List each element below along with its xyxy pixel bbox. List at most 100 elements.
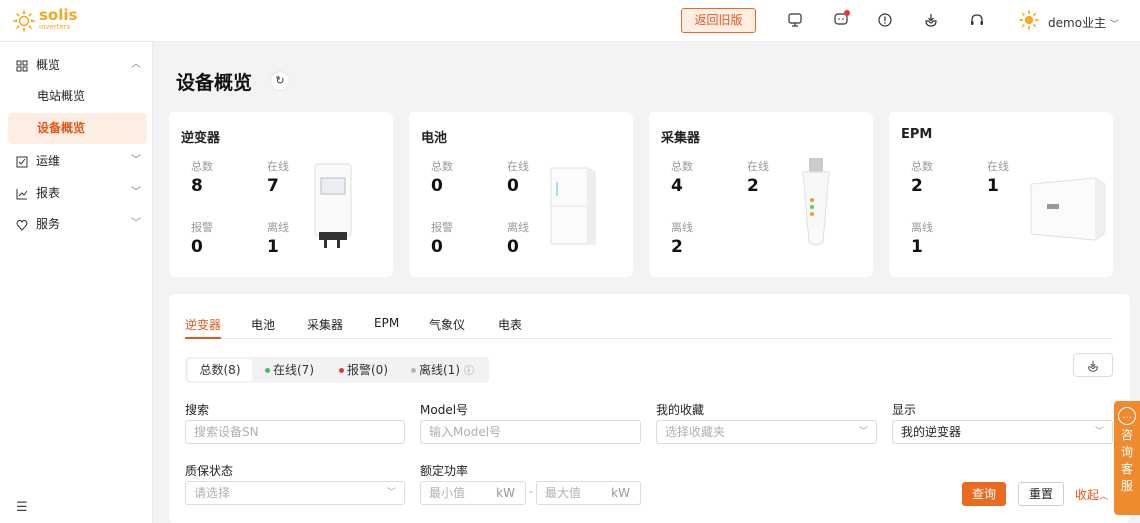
- chevron-down-icon: ﹀: [1109, 20, 1119, 30]
- query-button[interactable]: 查询: [962, 482, 1006, 506]
- warranty-select[interactable]: 请选择 ﹀: [185, 481, 405, 505]
- status-filter-offline[interactable]: 离线(1) ⓘ: [407, 359, 478, 381]
- sidebar-item-overview[interactable]: 概览 ︿: [0, 50, 153, 80]
- stat-offline: 离线 2: [671, 221, 693, 257]
- download-icon[interactable]: [922, 12, 940, 30]
- display-label: 显示: [892, 403, 917, 417]
- report-icon: [16, 178, 28, 208]
- service-icon: [16, 209, 28, 239]
- chevron-up-icon: ︿: [1099, 492, 1109, 502]
- chevron-down-icon: ﹀: [1094, 427, 1104, 437]
- tab-meter[interactable]: 电表: [498, 316, 522, 339]
- refresh-icon[interactable]: ↻: [270, 71, 290, 91]
- chevron-down-icon: ﹀: [858, 427, 868, 437]
- status-filter: 总数(8) 在线(7) 报警(0) 离线(1) ⓘ: [185, 357, 489, 383]
- search-label: 搜索: [185, 403, 210, 417]
- chevron-down-icon: ﹀: [386, 488, 396, 498]
- sidebar: 概览 ︿ 电站概览 设备概览 运维 ﹀ 报表 ﹀ 服务 ﹀ ☰: [0, 42, 153, 523]
- solis-logo[interactable]: solis inverters: [12, 6, 112, 36]
- stat-alarm: 报警 0: [191, 221, 213, 257]
- sidebar-item-label: 报表: [36, 186, 61, 200]
- online-dot: [265, 368, 270, 373]
- logo-text: solis: [39, 6, 78, 24]
- device-type-tabs: 逆变器 电池 采集器 EPM 气象仪 电表: [185, 316, 1113, 339]
- headset-icon[interactable]: [968, 12, 986, 30]
- top-header: solis inverters 返回旧版 demo业主 ﹀: [0, 0, 1140, 42]
- alert-icon[interactable]: [876, 12, 894, 30]
- customer-service-button[interactable]: … 咨 询 客 服: [1114, 401, 1140, 515]
- sidebar-subitem-station-overview[interactable]: 电站概览: [8, 81, 147, 112]
- epm-image: [1030, 177, 1106, 241]
- card-title: EPM: [901, 127, 933, 142]
- sidebar-item-services[interactable]: 服务 ﹀: [0, 209, 153, 239]
- collector-image: [802, 158, 830, 246]
- status-filter-total[interactable]: 总数(8): [188, 359, 252, 381]
- reset-button[interactable]: 重置: [1018, 482, 1064, 506]
- collector-card[interactable]: 采集器 总数 4 在线 2 离线 2: [649, 112, 873, 277]
- export-button[interactable]: [1073, 353, 1113, 377]
- device-list-panel: 逆变器 电池 采集器 EPM 气象仪 电表 总数(8) 在线(7) 报警(0) …: [169, 294, 1130, 523]
- model-label: Model号: [420, 403, 469, 417]
- power-max-input[interactable]: 最大值 kW: [536, 481, 641, 505]
- stat-alarm: 报警 0: [431, 221, 453, 257]
- card-title: 采集器: [661, 131, 701, 146]
- collapse-sidebar-icon[interactable]: ☰: [16, 500, 28, 515]
- card-title: 逆变器: [181, 131, 221, 146]
- battery-card[interactable]: 电池 总数 0 在线 0 报警 0 离线 0: [409, 112, 633, 277]
- tab-weather-station[interactable]: 气象仪: [429, 316, 465, 339]
- offline-dot: [411, 368, 416, 373]
- download-icon: [1088, 360, 1098, 372]
- stat-total: 总数 2: [911, 160, 933, 196]
- chevron-up-icon: ︿: [131, 59, 141, 70]
- tab-collector[interactable]: 采集器: [307, 316, 343, 339]
- sidebar-subitem-label: 设备概览: [37, 121, 86, 135]
- notification-dot: [844, 10, 850, 16]
- back-to-old-version-button[interactable]: 返回旧版: [681, 8, 756, 33]
- inverter-card[interactable]: 逆变器 总数 8 在线 7 报警 0 离线 1: [169, 112, 393, 277]
- maintenance-icon: [16, 146, 28, 176]
- chevron-down-icon: ﹀: [131, 187, 141, 198]
- model-input[interactable]: 输入Model号: [420, 420, 641, 444]
- favorite-label: 我的收藏: [656, 403, 705, 417]
- favorite-select[interactable]: 选择收藏夹 ﹀: [656, 420, 877, 444]
- tab-epm[interactable]: EPM: [374, 316, 399, 339]
- display-select[interactable]: 我的逆变器 ﹀: [892, 420, 1113, 444]
- epm-card[interactable]: EPM 总数 2 在线 1 离线 1: [889, 112, 1113, 277]
- logo-subtext: inverters: [39, 23, 71, 31]
- stat-offline: 离线 1: [911, 221, 933, 257]
- inverter-image: [314, 163, 352, 248]
- alarm-dot: [339, 368, 344, 373]
- sidebar-item-maintenance[interactable]: 运维 ﹀: [0, 146, 153, 176]
- battery-image: [550, 167, 596, 245]
- sidebar-item-reports[interactable]: 报表 ﹀: [0, 178, 153, 208]
- warranty-label: 质保状态: [185, 464, 234, 478]
- question-circle-icon[interactable]: ⓘ: [464, 366, 474, 377]
- chat-icon: …: [1118, 407, 1136, 425]
- message-icon[interactable]: [832, 10, 850, 30]
- chevron-down-icon: ﹀: [131, 218, 141, 229]
- monitor-icon[interactable]: [786, 12, 804, 30]
- stat-total: 总数 0: [431, 160, 453, 196]
- sidebar-item-label: 服务: [36, 217, 61, 231]
- user-avatar-icon: [1018, 9, 1040, 31]
- stat-total: 总数 4: [671, 160, 693, 196]
- sidebar-item-label: 概览: [36, 58, 61, 72]
- sidebar-item-label: 运维: [36, 154, 61, 168]
- rated-power-label: 额定功率: [420, 464, 469, 478]
- range-separator: -: [529, 485, 533, 498]
- sidebar-subitem-label: 电站概览: [37, 89, 86, 103]
- tab-inverter[interactable]: 逆变器: [185, 316, 222, 339]
- status-filter-alarm[interactable]: 报警(0): [335, 359, 392, 381]
- card-title: 电池: [421, 131, 448, 146]
- status-filter-online[interactable]: 在线(7): [261, 359, 318, 381]
- stat-total: 总数 8: [191, 160, 213, 196]
- collapse-filters-button[interactable]: 收起︿: [1075, 486, 1108, 503]
- sun-icon: [12, 9, 36, 33]
- power-min-input[interactable]: 最小值 kW: [420, 481, 526, 505]
- tab-battery[interactable]: 电池: [251, 316, 275, 339]
- grid-icon: [16, 50, 28, 80]
- search-input[interactable]: 搜索设备SN: [185, 420, 405, 444]
- sidebar-subitem-device-overview[interactable]: 设备概览: [8, 113, 147, 144]
- page-title: 设备概览: [176, 72, 253, 94]
- chevron-down-icon: ﹀: [131, 155, 141, 166]
